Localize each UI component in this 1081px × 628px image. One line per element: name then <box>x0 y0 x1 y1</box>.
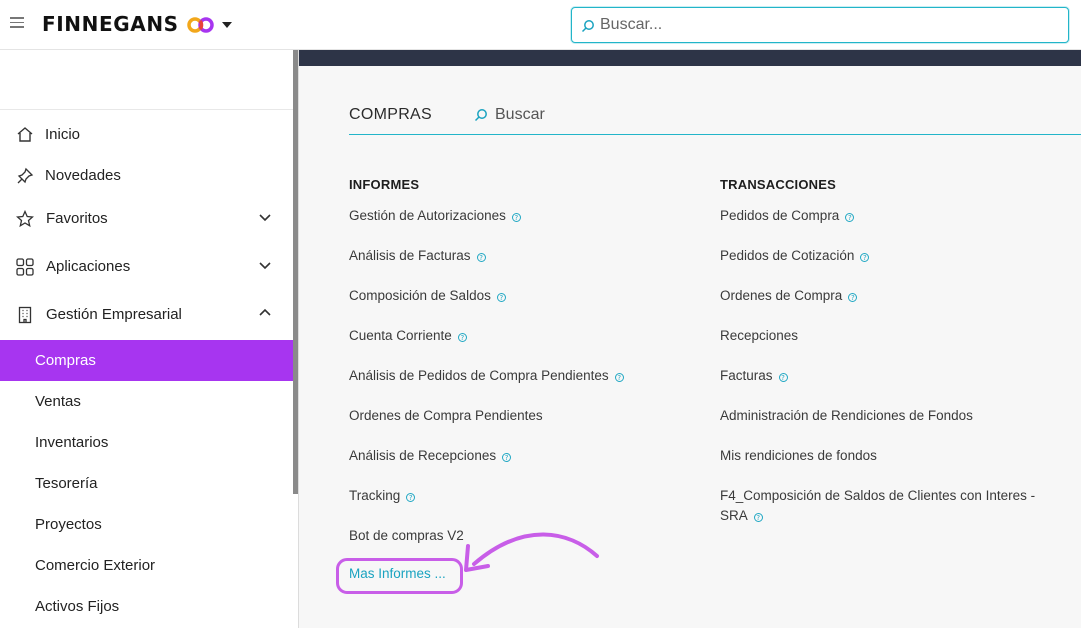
pin-icon <box>17 167 34 184</box>
main-content: COMPRAS INFORMES Gestión de Autorizacion… <box>299 50 1081 628</box>
sidebar-item-favoritos[interactable]: Favoritos <box>0 200 293 240</box>
sidebar-subitem-activos-fijos[interactable]: Activos Fijos <box>0 586 293 627</box>
sidebar-subitem-label: Compras <box>35 352 96 369</box>
brand-dropdown-icon[interactable] <box>222 22 232 28</box>
informe-link[interactable]: Cuenta Corriente? <box>349 326 467 346</box>
transaccion-link[interactable]: Recepciones <box>720 326 798 346</box>
sidebar-item-gestion-empresarial[interactable]: Gestión Empresarial <box>0 296 293 336</box>
grid-icon <box>16 258 34 276</box>
transacciones-heading: TRANSACCIONES <box>720 177 836 192</box>
sidebar-subitem-label: Proyectos <box>35 516 102 533</box>
informes-heading: INFORMES <box>349 177 420 192</box>
home-icon <box>17 127 33 142</box>
sidebar-subitem-compras[interactable]: Compras <box>0 340 293 381</box>
transaccion-link[interactable]: Administración de Rendiciones de Fondos <box>720 406 973 426</box>
help-icon[interactable]: ? <box>845 213 855 222</box>
help-icon[interactable]: ? <box>614 373 624 382</box>
sidebar-item-label: Inicio <box>45 126 81 143</box>
sidebar-subitem-label: Tesorería <box>35 475 98 492</box>
main-banner <box>299 50 1081 66</box>
sidebar-subitem-comercio-exterior[interactable]: Comercio Exterior <box>0 545 293 586</box>
transaccion-link[interactable]: F4_Composición de Saldos de Clientes con… <box>720 486 1035 506</box>
informe-link[interactable]: Análisis de Recepciones? <box>349 446 512 466</box>
chevron-down-icon[interactable] <box>258 213 272 223</box>
module-search-input[interactable] <box>495 103 695 127</box>
top-bar: FINNEGANS <box>0 0 1081 50</box>
help-icon[interactable]: ? <box>496 293 506 302</box>
transaccion-link[interactable]: Facturas? <box>720 366 788 386</box>
star-icon <box>16 210 34 228</box>
module-title: COMPRAS <box>349 106 432 123</box>
sidebar-item-aplicaciones[interactable]: Aplicaciones <box>0 248 293 288</box>
sidebar-item-label: Aplicaciones <box>46 258 131 275</box>
help-icon[interactable]: ? <box>406 493 416 502</box>
help-icon[interactable]: ? <box>476 253 486 262</box>
informe-link[interactable]: Tracking? <box>349 486 416 506</box>
sidebar-subitem-label: Inventarios <box>35 434 109 451</box>
help-icon[interactable]: ? <box>457 333 467 342</box>
sidebar-subitem-tesoreria[interactable]: Tesorería <box>0 463 293 504</box>
sidebar-item-novedades[interactable]: Novedades <box>0 157 293 197</box>
search-icon <box>474 109 487 122</box>
informe-link[interactable]: Bot de compras V2 <box>349 526 464 546</box>
informe-link[interactable]: Análisis de Facturas? <box>349 246 486 266</box>
help-icon[interactable]: ? <box>511 213 521 222</box>
annotation-highlight-box <box>336 558 463 594</box>
sidebar-subitem-label: Comercio Exterior <box>35 557 156 574</box>
search-icon <box>581 20 594 33</box>
sidebar-subitem-label: Activos Fijos <box>35 598 120 615</box>
sidebar-item-label: Novedades <box>45 167 121 184</box>
brand-mark-icon <box>187 17 214 33</box>
help-icon[interactable]: ? <box>848 293 858 302</box>
brand-logo[interactable]: FINNEGANS <box>42 12 179 36</box>
sidebar: Inicio Novedades Favoritos Aplicaciones … <box>0 50 293 628</box>
sidebar-subitem-proyectos[interactable]: Proyectos <box>0 504 293 545</box>
building-icon <box>18 306 32 324</box>
sidebar-item-label: Gestión Empresarial <box>46 306 182 323</box>
help-icon[interactable]: ? <box>502 453 512 462</box>
sidebar-subitem-inventarios[interactable]: Inventarios <box>0 422 293 463</box>
transaccion-link[interactable]: Mis rendiciones de fondos <box>720 446 877 466</box>
sidebar-item-label: Favoritos <box>46 210 108 227</box>
help-icon[interactable]: ? <box>753 513 763 522</box>
transaccion-link[interactable]: Ordenes de Compra? <box>720 286 858 306</box>
informe-link[interactable]: Ordenes de Compra Pendientes <box>349 406 543 426</box>
global-search <box>571 7 1069 43</box>
chevron-down-icon[interactable] <box>258 261 272 271</box>
informe-link[interactable]: Análisis de Pedidos de Compra Pendientes… <box>349 366 624 386</box>
transaccion-link[interactable]: SRA? <box>720 506 763 526</box>
annotation-arrow-icon <box>464 532 599 572</box>
help-icon[interactable]: ? <box>860 253 870 262</box>
module-search-underline <box>349 134 1081 135</box>
sidebar-subitem-label: Ventas <box>35 393 81 410</box>
menu-icon[interactable] <box>10 17 24 29</box>
transaccion-link[interactable]: Pedidos de Compra? <box>720 206 855 226</box>
global-search-input[interactable] <box>600 12 1060 38</box>
sidebar-header <box>0 50 293 110</box>
help-icon[interactable]: ? <box>778 373 788 382</box>
chevron-up-icon[interactable] <box>258 307 272 317</box>
informe-link[interactable]: Composición de Saldos? <box>349 286 506 306</box>
sidebar-subitem-ventas[interactable]: Ventas <box>0 381 293 422</box>
transaccion-link[interactable]: Pedidos de Cotización? <box>720 246 870 266</box>
informe-link[interactable]: Gestión de Autorizaciones? <box>349 206 521 226</box>
sidebar-item-inicio[interactable]: Inicio <box>0 116 293 156</box>
